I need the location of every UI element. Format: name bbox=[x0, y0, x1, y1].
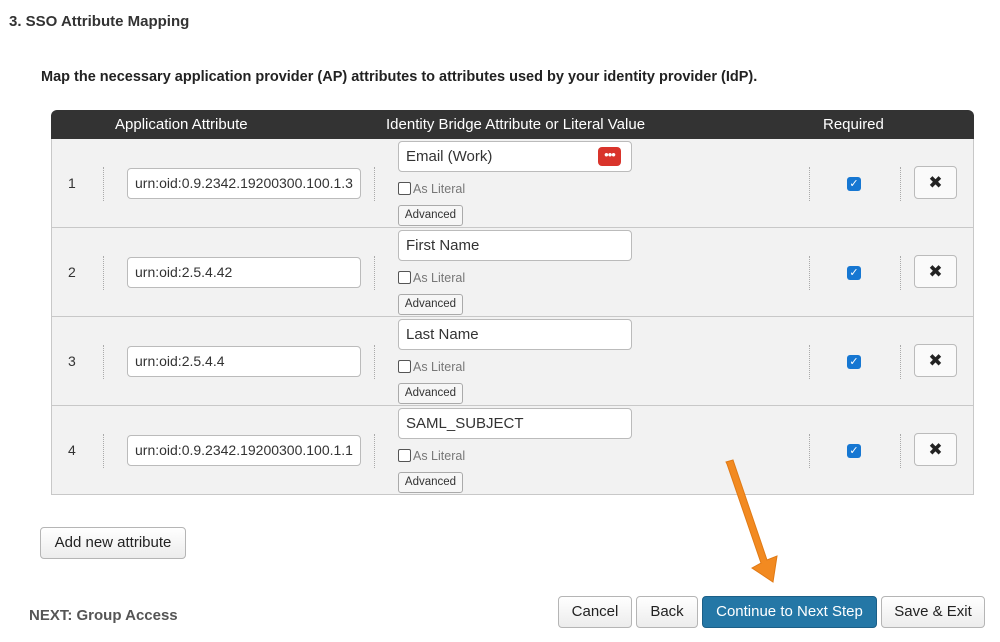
row-number: 3 bbox=[68, 353, 76, 369]
table-row: 3 urn:oid:2.5.4.4 Last Name As Literal A… bbox=[51, 317, 974, 406]
column-divider bbox=[374, 345, 375, 379]
password-manager-dots-icon[interactable]: ••• bbox=[598, 147, 621, 166]
column-divider bbox=[103, 256, 104, 290]
application-attribute-input[interactable]: urn:oid:2.5.4.42 bbox=[127, 257, 361, 288]
row-number: 1 bbox=[68, 175, 76, 191]
header-application-attribute: Application Attribute bbox=[115, 116, 248, 133]
identity-bridge-input[interactable]: SAML_SUBJECT bbox=[398, 408, 632, 439]
header-required: Required bbox=[823, 116, 884, 133]
checkmark-icon: ✓ bbox=[849, 356, 859, 368]
row-number: 2 bbox=[68, 264, 76, 280]
column-divider bbox=[374, 167, 375, 201]
attribute-mapping-table: Application Attribute Identity Bridge At… bbox=[51, 110, 974, 495]
identity-bridge-input[interactable]: First Name bbox=[398, 230, 632, 261]
advanced-button[interactable]: Advanced bbox=[398, 294, 463, 315]
identity-bridge-value: Last Name bbox=[406, 326, 479, 343]
section-title: 3. SSO Attribute Mapping bbox=[9, 13, 190, 30]
back-button[interactable]: Back bbox=[636, 596, 698, 628]
cancel-button[interactable]: Cancel bbox=[558, 596, 632, 628]
as-literal-checkbox[interactable] bbox=[398, 182, 411, 195]
continue-button[interactable]: Continue to Next Step bbox=[702, 596, 877, 628]
column-divider bbox=[900, 345, 901, 379]
application-attribute-input[interactable]: urn:oid:2.5.4.4 bbox=[127, 346, 361, 377]
table-row: 2 urn:oid:2.5.4.42 First Name As Literal… bbox=[51, 228, 974, 317]
row-number: 4 bbox=[68, 442, 76, 458]
column-divider bbox=[103, 345, 104, 379]
delete-row-button[interactable]: ✖ bbox=[914, 255, 957, 288]
delete-row-button[interactable]: ✖ bbox=[914, 166, 957, 199]
table-row: 4 urn:oid:0.9.2342.19200300.100.1.1 SAML… bbox=[51, 406, 974, 495]
column-divider bbox=[103, 434, 104, 468]
close-icon: ✖ bbox=[928, 351, 943, 370]
column-divider bbox=[809, 256, 810, 290]
save-exit-button[interactable]: Save & Exit bbox=[881, 596, 985, 628]
as-literal-checkbox[interactable] bbox=[398, 271, 411, 284]
as-literal-checkbox[interactable] bbox=[398, 449, 411, 462]
column-divider bbox=[900, 434, 901, 468]
next-step-label: NEXT: Group Access bbox=[29, 607, 178, 624]
header-identity-bridge: Identity Bridge Attribute or Literal Val… bbox=[386, 116, 646, 133]
column-divider bbox=[374, 434, 375, 468]
as-literal-option[interactable]: As Literal bbox=[398, 182, 465, 196]
identity-bridge-value: First Name bbox=[406, 237, 480, 254]
column-divider bbox=[809, 434, 810, 468]
required-checkbox[interactable]: ✓ bbox=[847, 355, 861, 369]
required-checkbox[interactable]: ✓ bbox=[847, 444, 861, 458]
delete-row-button[interactable]: ✖ bbox=[914, 433, 957, 466]
as-literal-label: As Literal bbox=[413, 449, 466, 463]
advanced-button[interactable]: Advanced bbox=[398, 383, 463, 404]
required-checkbox[interactable]: ✓ bbox=[847, 266, 861, 280]
checkmark-icon: ✓ bbox=[849, 178, 859, 190]
as-literal-label: As Literal bbox=[413, 182, 466, 196]
advanced-button[interactable]: Advanced bbox=[398, 205, 463, 226]
column-divider bbox=[809, 167, 810, 201]
checkmark-icon: ✓ bbox=[849, 445, 859, 457]
application-attribute-input[interactable]: urn:oid:0.9.2342.19200300.100.1.3 bbox=[127, 168, 361, 199]
table-row: 1 urn:oid:0.9.2342.19200300.100.1.3 Emai… bbox=[51, 139, 974, 228]
add-new-attribute-button[interactable]: Add new attribute bbox=[40, 527, 186, 559]
as-literal-checkbox[interactable] bbox=[398, 360, 411, 373]
close-icon: ✖ bbox=[928, 173, 943, 192]
close-icon: ✖ bbox=[928, 262, 943, 281]
as-literal-option[interactable]: As Literal bbox=[398, 449, 465, 463]
as-literal-label: As Literal bbox=[413, 271, 466, 285]
application-attribute-input[interactable]: urn:oid:0.9.2342.19200300.100.1.1 bbox=[127, 435, 361, 466]
identity-bridge-value: SAML_SUBJECT bbox=[406, 415, 524, 432]
advanced-button[interactable]: Advanced bbox=[398, 472, 463, 493]
column-divider bbox=[103, 167, 104, 201]
required-checkbox[interactable]: ✓ bbox=[847, 177, 861, 191]
column-divider bbox=[900, 167, 901, 201]
table-header: Application Attribute Identity Bridge At… bbox=[51, 110, 974, 139]
close-icon: ✖ bbox=[928, 440, 943, 459]
column-divider bbox=[809, 345, 810, 379]
instructions-text: Map the necessary application provider (… bbox=[41, 69, 758, 85]
identity-bridge-input[interactable]: Last Name bbox=[398, 319, 632, 350]
as-literal-label: As Literal bbox=[413, 360, 466, 374]
column-divider bbox=[374, 256, 375, 290]
identity-bridge-input[interactable]: Email (Work) ••• bbox=[398, 141, 632, 172]
checkmark-icon: ✓ bbox=[849, 267, 859, 279]
identity-bridge-value: Email (Work) bbox=[406, 148, 493, 165]
column-divider bbox=[900, 256, 901, 290]
as-literal-option[interactable]: As Literal bbox=[398, 360, 465, 374]
delete-row-button[interactable]: ✖ bbox=[914, 344, 957, 377]
as-literal-option[interactable]: As Literal bbox=[398, 271, 465, 285]
